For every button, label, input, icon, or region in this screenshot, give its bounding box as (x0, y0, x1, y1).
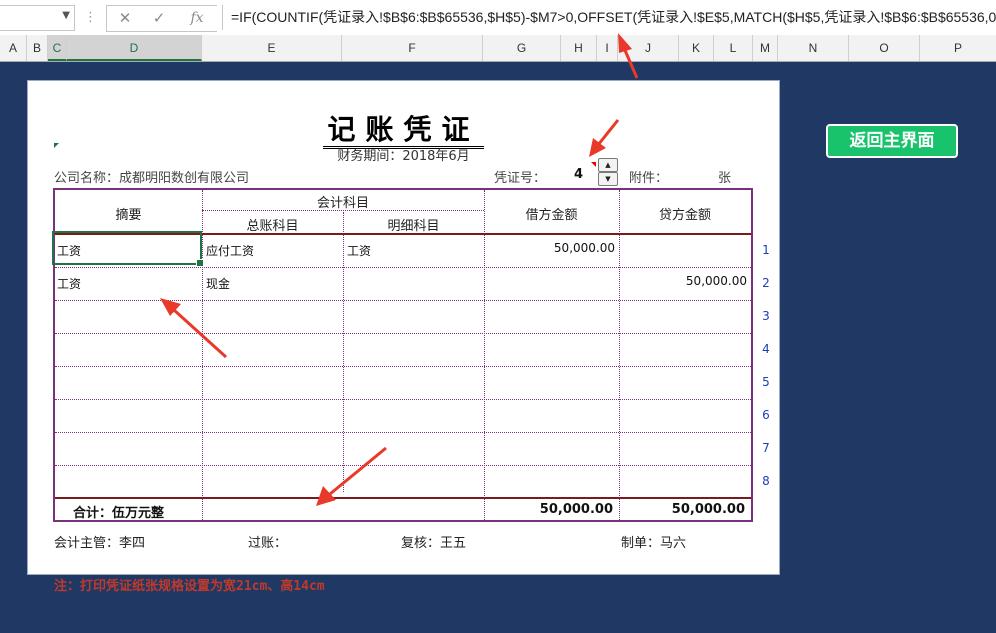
column-header-f[interactable]: F (342, 35, 483, 61)
column-header-e[interactable]: E (202, 35, 342, 61)
column-header-i[interactable]: I (597, 35, 618, 61)
column-header-n[interactable]: N (778, 35, 849, 61)
row1-general-account[interactable]: 应付工资 (206, 242, 254, 259)
column-header-m[interactable]: M (753, 35, 778, 61)
cancel-icon[interactable]: ✕ (110, 6, 140, 30)
formula-input[interactable]: =IF(COUNTIF(凭证录入!$B$6:$B$65536,$H$5)-$M7… (222, 5, 996, 30)
selected-cell[interactable] (52, 231, 204, 267)
voucher-sheet: 记账凭证 财务期间：2018年6月 公司名称：成都明阳数创有限公司 凭证号： 4… (27, 80, 780, 575)
column-header-b[interactable]: B (27, 35, 48, 61)
header-detail-account: 明细科目 (387, 219, 440, 234)
signature-supervisor: 会计主管：李四 (54, 536, 146, 551)
header-credit: 贷方金额 (658, 208, 711, 223)
column-header-l[interactable]: L (714, 35, 753, 61)
voucher-title: 记账凭证 (28, 108, 779, 149)
spinner-down-icon[interactable]: ▼ (598, 172, 618, 186)
row-number: 8 (762, 474, 770, 488)
row-number: 5 (762, 375, 770, 389)
print-note: 注：打印凭证纸张规格设置为宽21cm、高14cm (54, 579, 325, 594)
back-to-main-button[interactable]: 返回主界面 (826, 124, 958, 158)
column-header-d[interactable]: D (67, 35, 202, 61)
spinner-up-icon[interactable]: ▲ (598, 158, 618, 172)
attachment-unit: 张 (718, 171, 732, 186)
column-headers: A B C D E F G H I J K L M N O P (0, 35, 996, 62)
row-number: 4 (762, 342, 770, 356)
total-debit: 50,000.00 (539, 502, 613, 517)
voucher-number: 4 (574, 167, 584, 182)
row-number: 7 (762, 441, 770, 455)
company-name: 公司名称：成都明阳数创有限公司 (54, 171, 250, 186)
header-general-account: 总账科目 (246, 219, 299, 234)
column-header-j[interactable]: J (618, 35, 679, 61)
column-header-g[interactable]: G (483, 35, 561, 61)
row2-summary[interactable]: 工资 (57, 275, 81, 292)
row2-credit[interactable]: 50,000.00 (622, 274, 747, 288)
total-amount-words: 合计：伍万元整 (73, 506, 165, 521)
column-header-h[interactable]: H (561, 35, 597, 61)
voucher-number-spinner[interactable]: ▲ ▼ (598, 158, 618, 186)
insert-function-icon[interactable]: fx (182, 6, 212, 30)
signature-review: 复核：王五 (401, 536, 467, 551)
name-box[interactable]: ▼ (0, 5, 75, 31)
more-options-icon[interactable]: ⋮ (84, 8, 97, 28)
column-header-o[interactable]: O (849, 35, 920, 61)
column-header-c[interactable]: C (48, 35, 67, 61)
row-number: 6 (762, 408, 770, 422)
column-header-p[interactable]: P (920, 35, 996, 61)
column-header-a[interactable]: A (0, 35, 27, 61)
row1-detail-account[interactable]: 工资 (347, 242, 371, 259)
comment-indicator (591, 162, 596, 167)
fill-handle[interactable] (196, 259, 204, 267)
row-number: 1 (762, 243, 770, 257)
confirm-icon[interactable]: ✓ (144, 6, 174, 30)
attachment-label: 附件： (629, 171, 669, 186)
comment-indicator (54, 143, 59, 148)
financial-period: 财务期间：2018年6月 (337, 149, 470, 164)
column-header-k[interactable]: K (679, 35, 714, 61)
row1-debit[interactable]: 50,000.00 (487, 241, 615, 255)
header-summary: 摘要 (115, 208, 142, 223)
row-number: 2 (762, 276, 770, 290)
header-debit: 借方金额 (525, 208, 578, 223)
signature-maker: 制单：马六 (621, 536, 687, 551)
chevron-down-icon[interactable]: ▼ (62, 10, 70, 21)
row-number: 3 (762, 309, 770, 323)
header-account: 会计科目 (316, 196, 369, 211)
row2-general-account[interactable]: 现金 (206, 275, 230, 292)
signature-posting: 过账： (248, 536, 288, 551)
voucher-number-label: 凭证号： (494, 171, 547, 186)
formula-bar: ▼ ⋮ ✕ ✓ fx =IF(COUNTIF(凭证录入!$B$6:$B$6553… (0, 0, 996, 36)
total-credit: 50,000.00 (671, 502, 745, 517)
